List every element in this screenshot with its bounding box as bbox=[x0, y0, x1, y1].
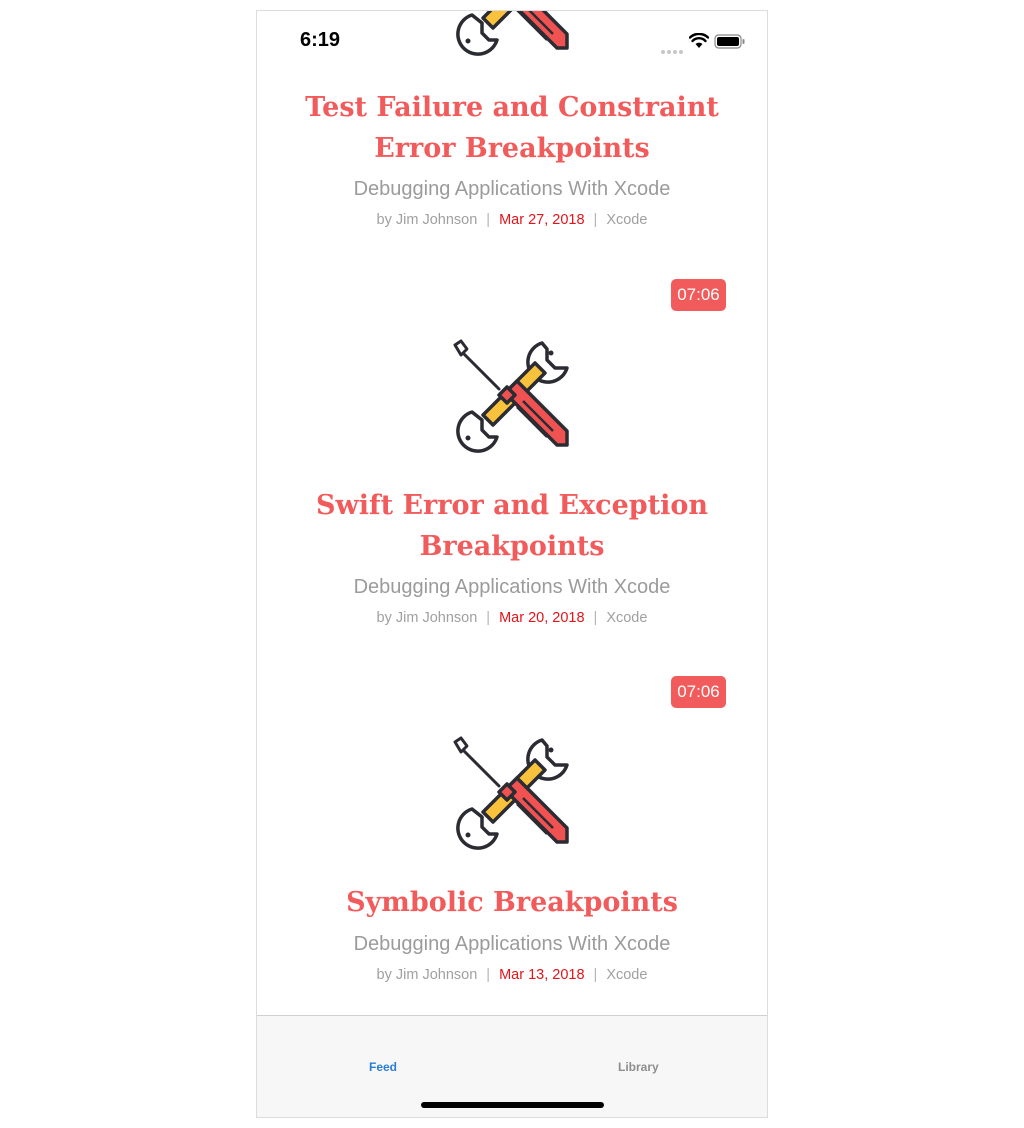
tab-library[interactable]: Library bbox=[618, 1060, 659, 1074]
post-author: by Jim Johnson bbox=[376, 967, 478, 983]
status-time: 6:19 bbox=[300, 29, 341, 51]
post-author: by Jim Johnson bbox=[376, 212, 478, 228]
post-card[interactable]: 07:06 Symbolic Breakpoints Debugging App… bbox=[257, 673, 767, 1003]
post-category[interactable]: Xcode bbox=[606, 967, 647, 983]
post-date: Mar 13, 2018 bbox=[499, 967, 585, 983]
post-card[interactable]: 07:06 Swift Error and Exception Breakpoi… bbox=[257, 276, 767, 636]
post-date: Mar 27, 2018 bbox=[499, 212, 585, 228]
phone-screen: 6:19 Test Failure and Constraint Error B… bbox=[256, 10, 768, 1118]
battery-icon bbox=[714, 34, 745, 49]
tab-bar: Feed Library bbox=[257, 1015, 767, 1117]
duration-badge: 07:06 bbox=[671, 676, 726, 708]
wifi-icon bbox=[689, 33, 709, 48]
post-title[interactable]: Symbolic Breakpoints bbox=[297, 882, 727, 923]
post-course: Debugging Applications With Xcode bbox=[353, 576, 671, 598]
post-course: Debugging Applications With Xcode bbox=[353, 178, 671, 200]
status-bar: 6:19 bbox=[257, 11, 767, 71]
duration-badge: 07:06 bbox=[671, 279, 726, 311]
post-category[interactable]: Xcode bbox=[606, 212, 647, 228]
post-meta: by Jim Johnson | Mar 13, 2018 | Xcode bbox=[376, 967, 648, 983]
post-title[interactable]: Swift Error and Exception Breakpoints bbox=[297, 485, 727, 567]
tab-feed[interactable]: Feed bbox=[369, 1060, 397, 1074]
post-title[interactable]: Test Failure and Constraint Error Breakp… bbox=[297, 87, 727, 169]
wrench-screwdriver-icon bbox=[453, 339, 569, 453]
post-category[interactable]: Xcode bbox=[606, 610, 647, 626]
post-date: Mar 20, 2018 bbox=[499, 610, 585, 626]
wrench-screwdriver-icon bbox=[453, 736, 569, 850]
post-course: Debugging Applications With Xcode bbox=[353, 933, 671, 955]
post-author: by Jim Johnson bbox=[376, 610, 478, 626]
post-meta: by Jim Johnson | Mar 27, 2018 | Xcode bbox=[376, 212, 648, 228]
signal-icon bbox=[661, 41, 685, 59]
home-indicator bbox=[421, 1102, 604, 1108]
post-meta: by Jim Johnson | Mar 20, 2018 | Xcode bbox=[376, 610, 648, 626]
